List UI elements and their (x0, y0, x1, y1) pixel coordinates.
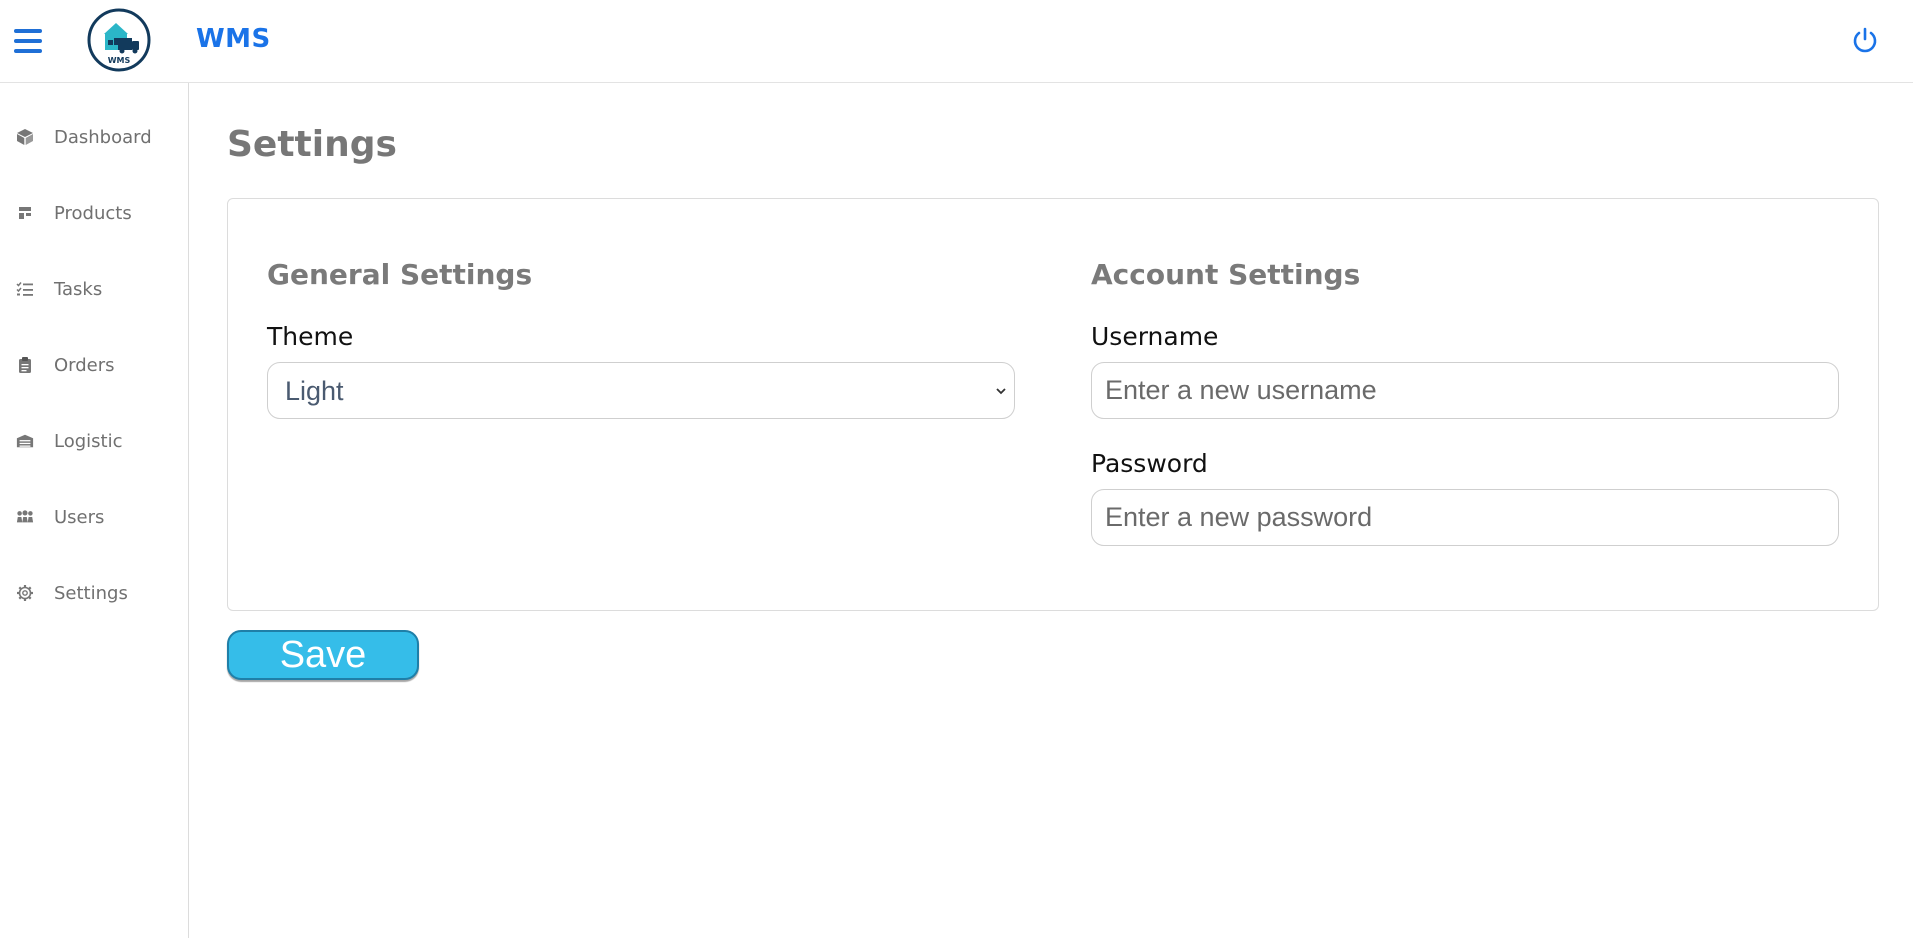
sidebar-item-tasks[interactable]: Tasks (0, 265, 188, 313)
box-icon (16, 128, 34, 146)
sidebar-item-label: Logistic (54, 430, 123, 452)
sidebar-item-label: Orders (54, 354, 115, 376)
sidebar-item-settings[interactable]: Settings (0, 569, 188, 617)
sidebar-item-label: Dashboard (54, 126, 152, 148)
sidebar-item-label: Settings (54, 582, 128, 604)
account-settings-heading: Account Settings (1091, 258, 1361, 291)
hamburger-menu-icon[interactable] (14, 29, 42, 53)
checklist-icon (16, 280, 34, 298)
theme-select[interactable]: Light (267, 362, 1015, 419)
clipboard-icon (16, 356, 34, 374)
sidebar: Dashboard Products Tasks Orders Logistic… (0, 83, 189, 938)
wms-logo: WMS (84, 8, 154, 72)
power-icon[interactable] (1850, 25, 1880, 55)
general-settings-heading: General Settings (267, 258, 533, 291)
sidebar-item-label: Products (54, 202, 132, 224)
warehouse-icon (16, 432, 34, 450)
username-label: Username (1091, 322, 1219, 351)
password-input[interactable] (1091, 489, 1839, 546)
sidebar-item-users[interactable]: Users (0, 493, 188, 541)
save-button[interactable]: Save (227, 630, 419, 680)
app-title: WMS (196, 24, 271, 54)
sidebar-item-logistic[interactable]: Logistic (0, 417, 188, 465)
theme-select-value: Light (285, 376, 344, 406)
sidebar-item-label: Users (54, 506, 105, 528)
page-title: Settings (227, 124, 397, 165)
chevron-down-icon (994, 383, 1008, 397)
sidebar-item-label: Tasks (54, 278, 103, 300)
logo-text: WMS (108, 56, 131, 65)
gear-icon (16, 584, 34, 602)
layout-icon (16, 204, 34, 222)
users-icon (16, 508, 34, 526)
sidebar-item-orders[interactable]: Orders (0, 341, 188, 389)
top-bar: WMS WMS (0, 0, 1913, 83)
username-input[interactable] (1091, 362, 1839, 419)
sidebar-item-dashboard[interactable]: Dashboard (0, 113, 188, 161)
theme-label: Theme (267, 322, 354, 351)
password-label: Password (1091, 449, 1208, 478)
sidebar-item-products[interactable]: Products (0, 189, 188, 237)
